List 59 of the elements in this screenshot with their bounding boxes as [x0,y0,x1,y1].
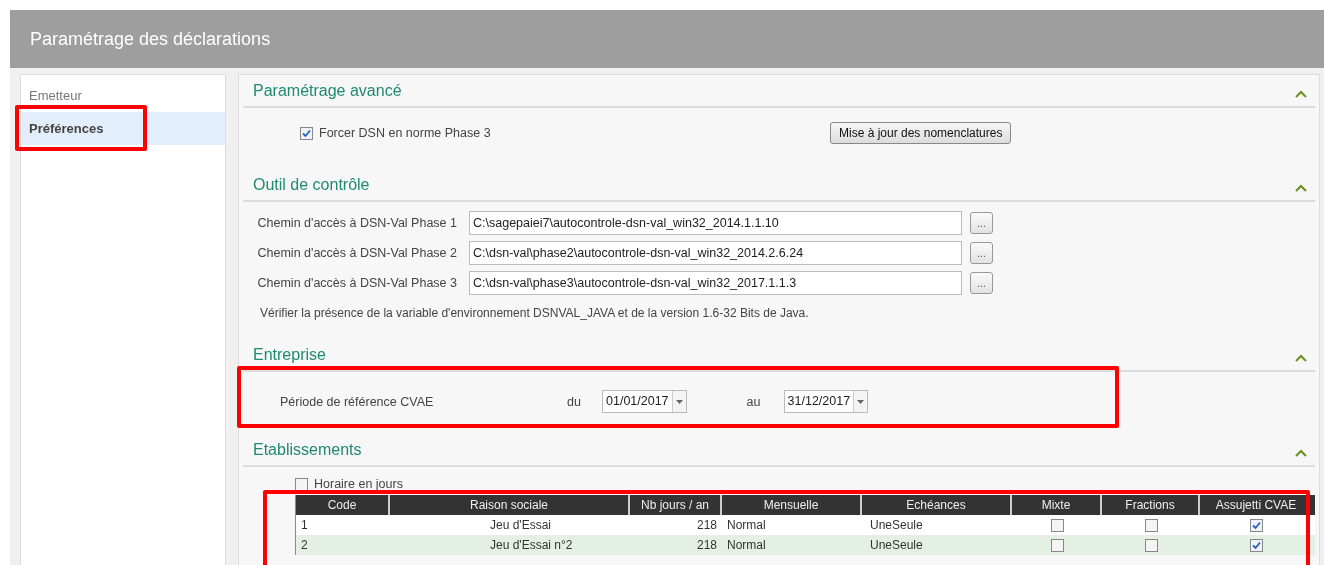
field-label: Chemin d'accès à DSN-Val Phase 2 [256,246,458,260]
column-header[interactable]: Fractions [1102,495,1200,515]
info-text: Vérifier la présence de la variable d'environnement DSNVAL_JAVA et de la version 1.6-32 Bits de Java. [260,306,810,320]
caret-icon [675,399,683,404]
checkbox[interactable] [1050,518,1064,532]
field-label: Chemin d'accès à DSN-Val Phase 3 [256,276,458,290]
collapse-icon[interactable] [1295,353,1307,362]
column-header[interactable]: Raison sociale [390,495,630,515]
collapse-icon[interactable] [1295,183,1307,192]
table-cell-text: 218 [695,517,718,534]
checkbox[interactable] [1249,518,1263,532]
table-cell-text: UneSeule [869,517,924,534]
table-cell-text: 2 [300,537,309,554]
section-title: Entreprise [253,345,326,364]
checkbox[interactable] [1144,538,1158,552]
caret-icon [857,399,865,404]
date-field[interactable]: 01/01/2017 [602,390,687,413]
path-field[interactable]: C:\dsn-val\phase3\autocontrole-dsn-val_win32_2017.1.1.3 [469,271,962,295]
table-cell-text: Normal [726,537,767,554]
table-cell-text: Normal [726,517,767,534]
section-title: Outil de contrôle [253,175,370,194]
path-field[interactable]: C:\sagepaiei7\autocontrole-dsn-val_win32_2014.1.1.10 [469,211,962,235]
table-cell-text: UneSeule [869,537,924,554]
field-label: du [567,394,582,409]
collapse-icon[interactable] [1295,448,1307,457]
checkbox[interactable] [1050,538,1064,552]
browse-button[interactable]: ... [970,242,993,264]
browse-button[interactable]: ... [970,212,993,234]
section-title: Etablissements [253,440,362,459]
window-title: Paramétrage des déclarations [30,28,271,50]
dropdown-button[interactable] [671,391,686,412]
column-header[interactable]: Assujetti CVAE [1200,495,1312,515]
browse-button[interactable]: ... [970,272,993,294]
column-header[interactable]: Code [296,495,390,515]
checkbox[interactable] [300,126,313,140]
column-header[interactable]: Mensuelle [722,495,862,515]
checkbox-label: Horaire en jours [314,477,403,491]
field-label: Période de référence CVAE [280,394,435,409]
path-field[interactable]: C:\dsn-val\phase2\autocontrole-dsn-val_win32_2014.2.6.24 [469,241,962,265]
sidebar-item[interactable]: Préférences [21,112,225,145]
field-label: Chemin d'accès à DSN-Val Phase 1 [256,216,458,230]
update-button[interactable]: Mise à jour des nomenclatures [830,122,1012,144]
column-header[interactable]: Nb jours / an [630,495,722,515]
checkbox[interactable] [1249,538,1263,552]
checkbox[interactable] [295,477,308,491]
table-cell-text: 218 [695,537,718,554]
sidebar-item[interactable]: Emetteur [21,79,225,112]
dropdown-button[interactable] [853,391,868,412]
section-title: Paramétrage avancé [253,81,402,100]
column-header[interactable]: Echéances [862,495,1012,515]
table-cell-text: Jeu d'Essai [489,517,552,534]
checkbox-label: Forcer DSN en norme Phase 3 [319,126,491,140]
date-field[interactable]: 31/12/2017 [783,390,869,413]
collapse-icon[interactable] [1295,89,1307,98]
table-cell-text: Jeu d'Essai n°2 [489,537,574,554]
field-label: au [746,394,762,409]
table-cell-text: 1 [300,517,309,534]
checkbox[interactable] [1144,518,1158,532]
column-header[interactable]: Mixte [1012,495,1102,515]
